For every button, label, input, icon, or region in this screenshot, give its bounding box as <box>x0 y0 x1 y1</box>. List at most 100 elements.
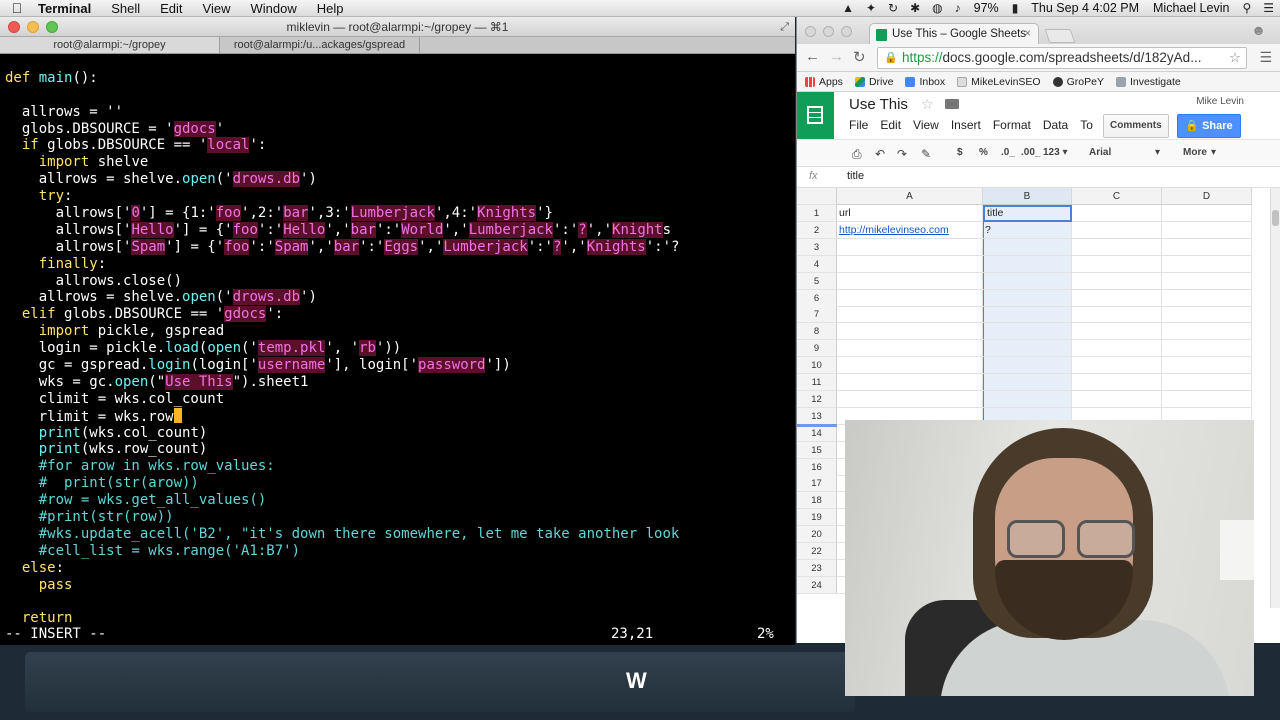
cell-b9[interactable] <box>983 340 1072 358</box>
battery-icon[interactable]: ▮ <box>1006 0 1025 17</box>
decrease-decimal-button[interactable]: .0_ <box>1001 147 1015 158</box>
cell-b6[interactable] <box>983 289 1072 307</box>
cell-a2[interactable]: http://mikelevinseo.com <box>837 221 983 239</box>
volume-icon[interactable]: ♪ <box>949 0 967 17</box>
cell-d6[interactable] <box>1162 289 1252 307</box>
menu-insert[interactable]: Insert <box>951 118 993 132</box>
bookmark-apps[interactable]: Apps <box>805 76 843 88</box>
browser-tab[interactable]: Use This – Google Sheets × <box>869 23 1039 45</box>
doc-title[interactable]: Use This <box>849 96 908 113</box>
row-header[interactable]: 13 <box>797 407 837 425</box>
vim-buffer[interactable]: def main(): allrows = '' globs.DBSOURCE … <box>5 53 679 627</box>
fullscreen-icon[interactable]: ⤢ <box>780 17 789 37</box>
cell-a1[interactable]: url <box>837 205 983 222</box>
dropbox-icon[interactable]: ✦ <box>860 0 882 17</box>
row-header[interactable]: 15 <box>797 441 837 459</box>
row-header[interactable]: 19 <box>797 509 837 527</box>
row-header[interactable]: 12 <box>797 390 837 408</box>
reload-icon[interactable]: ↻ <box>853 48 866 66</box>
share-button[interactable]: 🔒 Share <box>1177 114 1241 138</box>
cell-d8[interactable] <box>1162 323 1252 341</box>
cell-c7[interactable] <box>1072 306 1162 324</box>
chrome-menu-icon[interactable]: ☰ <box>1259 49 1272 66</box>
timemachine-icon[interactable]: ↻ <box>882 0 904 17</box>
row-header[interactable]: 17 <box>797 475 837 493</box>
menu-file[interactable]: File <box>849 118 880 132</box>
cell-c2[interactable] <box>1072 221 1162 239</box>
cell-d3[interactable] <box>1162 238 1252 256</box>
bookmark-inbox[interactable]: Inbox <box>905 76 945 88</box>
menu-help[interactable]: Help <box>307 0 354 17</box>
chrome-zoom-button[interactable] <box>841 26 852 37</box>
cell-d2[interactable] <box>1162 221 1252 239</box>
row-header[interactable]: 7 <box>797 306 837 324</box>
profile-icon[interactable]: ☻ <box>1251 22 1266 38</box>
chrome-close-button[interactable] <box>805 26 816 37</box>
row-header[interactable]: 4 <box>797 255 837 273</box>
cell-c6[interactable] <box>1072 289 1162 307</box>
row-header[interactable]: 20 <box>797 526 837 544</box>
percent-button[interactable]: % <box>979 147 988 158</box>
column-header-b[interactable]: B <box>983 188 1072 205</box>
cell-b10[interactable] <box>983 357 1072 375</box>
cell-b7[interactable] <box>983 306 1072 324</box>
freeze-divider[interactable] <box>797 423 837 427</box>
undo-icon[interactable]: ↶ <box>875 147 885 161</box>
cell-b4[interactable] <box>983 255 1072 273</box>
folder-icon[interactable] <box>945 99 959 109</box>
chevron-down-icon[interactable]: ▾ <box>1155 147 1160 158</box>
back-icon[interactable]: ← <box>805 48 820 65</box>
menu-view[interactable]: View <box>913 118 951 132</box>
bookmark-mikelevinseo[interactable]: MikeLevinSEO <box>957 76 1041 88</box>
cell-b12[interactable] <box>983 390 1072 408</box>
vertical-scrollbar[interactable] <box>1270 188 1280 608</box>
cell-a9[interactable] <box>837 340 983 358</box>
close-button[interactable] <box>8 21 20 33</box>
tab-gspread[interactable]: root@alarmpi:/u...ackages/gspread <box>220 37 420 53</box>
menu-window[interactable]: Window <box>241 0 307 17</box>
cell-b8[interactable] <box>983 323 1072 341</box>
cell-a5[interactable] <box>837 272 983 290</box>
account-name[interactable]: Mike Levin <box>1196 96 1244 107</box>
scrollbar-thumb[interactable] <box>1272 210 1279 226</box>
cell-a7[interactable] <box>837 306 983 324</box>
cell-c5[interactable] <box>1072 272 1162 290</box>
row-header[interactable]: 11 <box>797 374 837 391</box>
cell-d10[interactable] <box>1162 357 1252 375</box>
user-name[interactable]: Michael Levin <box>1146 0 1236 17</box>
paint-format-icon[interactable]: ✎ <box>921 147 931 161</box>
cell-b11[interactable] <box>983 374 1072 391</box>
font-dropdown[interactable]: Arial <box>1089 147 1111 158</box>
bookmark-investigate[interactable]: Investigate <box>1115 76 1181 88</box>
column-header-d[interactable]: D <box>1162 188 1252 205</box>
chevron-down-icon[interactable]: ▾ <box>1211 147 1216 158</box>
row-header[interactable]: 16 <box>797 458 837 476</box>
star-icon[interactable]: ☆ <box>921 96 934 113</box>
notification-icon[interactable]: ▲ <box>836 0 860 17</box>
cell-d11[interactable] <box>1162 374 1252 391</box>
menu-data[interactable]: Data <box>1043 118 1080 132</box>
menu-app-terminal[interactable]: Terminal <box>34 0 101 17</box>
cell-c3[interactable] <box>1072 238 1162 256</box>
menu-edit[interactable]: Edit <box>880 118 913 132</box>
row-header[interactable]: 5 <box>797 272 837 290</box>
cell-a12[interactable] <box>837 390 983 408</box>
cell-a11[interactable] <box>837 374 983 391</box>
tab-gropey[interactable]: root@alarmpi:~/gropey <box>0 37 220 53</box>
cell-a4[interactable] <box>837 255 983 273</box>
row-header[interactable]: 3 <box>797 238 837 256</box>
redo-icon[interactable]: ↷ <box>897 147 907 161</box>
cell-b2[interactable]: ? <box>983 221 1072 239</box>
cell-b5[interactable] <box>983 272 1072 290</box>
number-format-dropdown[interactable]: 123 ▾ <box>1043 147 1067 158</box>
cell-d9[interactable] <box>1162 340 1252 358</box>
comments-button[interactable]: Comments <box>1103 114 1169 138</box>
row-header[interactable]: 18 <box>797 492 837 510</box>
forward-icon[interactable]: → <box>829 48 844 65</box>
menu-view[interactable]: View <box>193 0 241 17</box>
tab-close-icon[interactable]: × <box>1024 24 1031 44</box>
cell-c8[interactable] <box>1072 323 1162 341</box>
menu-tools[interactable]: To <box>1080 118 1105 132</box>
cell-d7[interactable] <box>1162 306 1252 324</box>
cell-a10[interactable] <box>837 357 983 375</box>
